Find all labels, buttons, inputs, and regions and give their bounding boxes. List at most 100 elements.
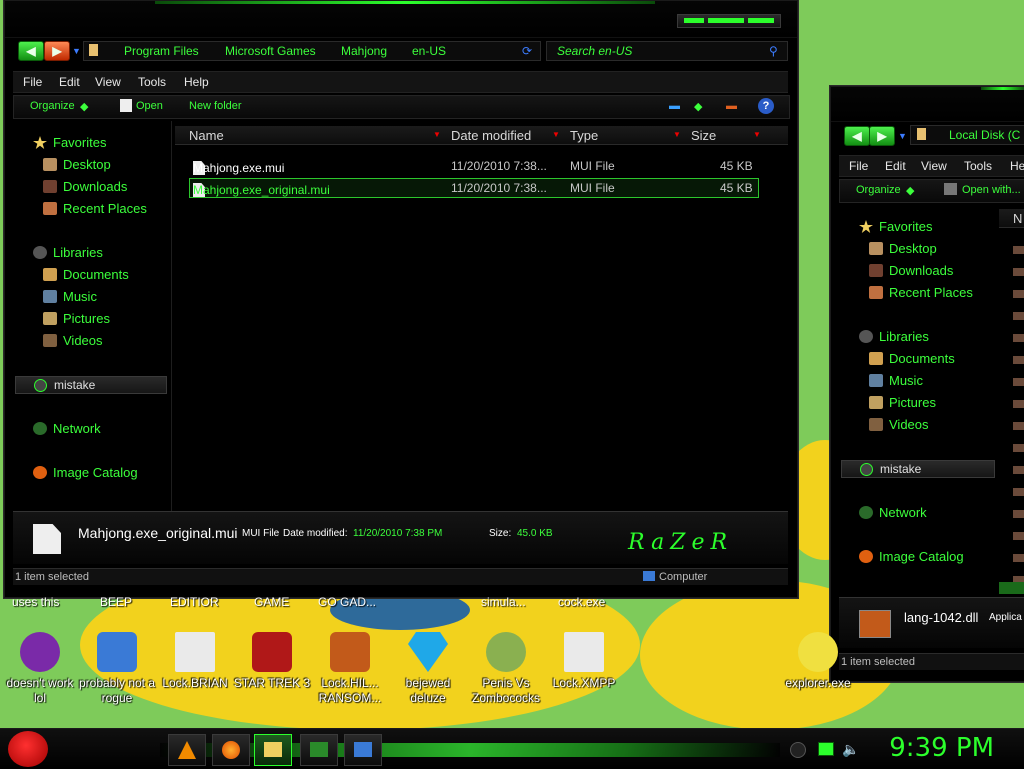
file-row-selected[interactable]: Mahjong.exe_original.mui 11/20/2010 7:38… [189,178,759,198]
nav-videos[interactable]: Videos [43,333,103,348]
clock[interactable]: 9:39 PM [889,733,994,763]
sort-dropdown-icon[interactable]: ▼ [673,130,681,139]
explorer-icon[interactable] [254,734,292,766]
nav-desktop[interactable]: Desktop [869,241,937,256]
desktop-icon-label[interactable]: GO GAD... [318,595,376,609]
nav-pictures[interactable]: Pictures [869,395,936,410]
desktop-shortcut[interactable]: STAR TREK 3 [232,632,312,691]
firefox-icon[interactable] [212,734,250,766]
sort-dropdown-icon[interactable]: ▼ [552,130,560,139]
menu-view[interactable]: View [95,75,121,89]
nav-recent-places[interactable]: Recent Places [869,285,973,300]
column-type[interactable]: Type [570,128,598,143]
nav-libraries[interactable]: Libraries [33,245,103,260]
nav-documents[interactable]: Documents [869,351,955,366]
vlc-icon[interactable] [168,734,206,766]
nav-network[interactable]: Network [33,421,101,436]
forward-button[interactable]: ▶ [869,126,895,146]
desktop-icon-label[interactable]: cock.exe [558,595,605,609]
menu-help[interactable]: He [1010,159,1024,173]
menu-tools[interactable]: Tools [964,159,992,173]
organize-dropdown-icon[interactable]: ◆ [80,100,88,113]
refresh-icon[interactable]: ⟳ [522,44,532,58]
search-input[interactable]: Search en-US ⚲ [546,41,788,61]
menu-view[interactable]: View [921,159,947,173]
address-bar[interactable]: Local Disk (C [910,125,1024,145]
nav-pictures[interactable]: Pictures [43,311,110,326]
menu-file[interactable]: File [849,159,868,173]
menu-edit[interactable]: Edit [885,159,906,173]
nav-recent-places[interactable]: Recent Places [43,201,147,216]
desktop-shortcut[interactable]: Lock.XMPP [544,632,624,691]
desktop-icon-label[interactable]: GAME [254,595,289,609]
desktop-icon-label[interactable]: BEEP [100,595,132,609]
menu-help[interactable]: Help [184,75,209,89]
network-tray-icon[interactable] [818,742,834,756]
nav-downloads[interactable]: Downloads [43,179,127,194]
breadcrumb-item[interactable]: Mahjong [341,44,387,58]
breadcrumb-item[interactable]: en-US [412,44,446,58]
nav-homegroup[interactable]: mistake [841,460,995,478]
excel-icon[interactable] [300,734,338,766]
desktop-shortcut[interactable]: Lock.HIL... RANSOM... [310,632,390,706]
nav-desktop[interactable]: Desktop [43,157,111,172]
breadcrumb-item[interactable]: Program Files [124,44,199,58]
open-with-button[interactable]: Open with... [962,184,1021,196]
new-folder-button[interactable]: New folder [189,100,242,112]
forward-button[interactable]: ▶ [44,41,70,61]
desktop-shortcut[interactable]: Lock.BRIAN [155,632,235,691]
open-button[interactable]: Open [136,100,163,112]
desktop-icon-label[interactable]: simula... [481,595,526,609]
desktop-shortcut[interactable]: bejewed deluze [388,632,468,706]
nav-downloads[interactable]: Downloads [869,263,953,278]
nav-music[interactable]: Music [43,289,97,304]
scrollbar[interactable] [999,582,1024,594]
angry-birds-start-icon[interactable] [8,731,48,767]
preview-pane-icon[interactable]: ▬ [726,100,737,112]
menu-tools[interactable]: Tools [138,75,166,89]
paint-icon[interactable] [344,734,382,766]
desktop-shortcut[interactable]: probably not a rogue [77,632,157,706]
menu-edit[interactable]: Edit [59,75,80,89]
organize-button[interactable]: Organize [856,184,901,196]
nav-music[interactable]: Music [869,373,923,388]
menu-file[interactable]: File [23,75,42,89]
column-size[interactable]: Size [691,128,716,143]
sort-dropdown-icon[interactable]: ▼ [433,130,441,139]
address-bar[interactable]: Program Files Microsoft Games Mahjong en… [83,41,541,61]
file-row[interactable]: Mahjong.exe.mui 11/20/2010 7:38... MUI F… [189,157,759,175]
column-name[interactable]: Name [189,128,224,143]
nav-libraries[interactable]: Libraries [859,329,929,344]
nav-homegroup[interactable]: mistake [15,376,167,394]
desktop-icon-label[interactable]: uses this [12,595,59,609]
organize-button[interactable]: Organize [30,100,75,112]
back-button[interactable]: ◀ [844,126,870,146]
breadcrumb-item[interactable]: Microsoft Games [225,44,316,58]
desktop-shortcut[interactable]: explorer.exe [778,632,858,691]
sort-dropdown-icon[interactable]: ▼ [753,130,761,139]
help-icon[interactable]: ? [758,98,774,114]
desktop-icon-label[interactable]: EDITIOR [170,595,219,609]
view-dropdown-icon[interactable]: ◆ [694,100,702,113]
column-name[interactable]: N [1013,211,1022,226]
nav-network[interactable]: Network [859,505,927,520]
minimize-button[interactable] [684,18,704,23]
search-icon[interactable]: ⚲ [769,44,778,58]
nav-favorites[interactable]: Favorites [33,135,106,150]
nav-image-catalog[interactable]: Image Catalog [859,549,964,564]
organize-dropdown-icon[interactable]: ◆ [906,184,914,197]
volume-icon[interactable]: 🔈 [842,741,859,758]
breadcrumb-item[interactable]: Local Disk (C [949,128,1020,142]
nav-videos[interactable]: Videos [869,417,929,432]
nav-documents[interactable]: Documents [43,267,129,282]
window-controls[interactable] [677,14,781,28]
desktop-shortcut[interactable]: doesn't work lol [0,632,80,706]
close-button[interactable] [748,18,774,23]
view-options-icon[interactable]: ▬ [669,100,680,112]
back-button[interactable]: ◀ [18,41,44,61]
nav-image-catalog[interactable]: Image Catalog [33,465,138,480]
desktop-shortcut[interactable]: Penis Vs Zombococks [466,632,546,706]
maximize-button[interactable] [708,18,744,23]
show-hidden-icons[interactable] [790,742,806,758]
nav-splitter[interactable] [171,121,172,511]
